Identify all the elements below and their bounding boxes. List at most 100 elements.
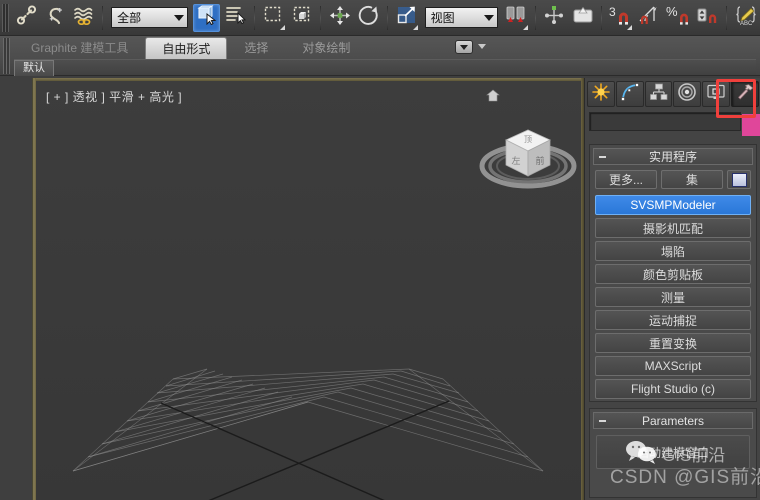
parameters-rollout-header[interactable]: Parameters [593, 412, 753, 429]
more-utilities-button[interactable]: 更多... [595, 170, 657, 189]
svg-text:前: 前 [535, 155, 544, 166]
command-tab-utilities[interactable] [731, 81, 759, 107]
select-by-name-button[interactable] [222, 4, 249, 32]
launch-modeling-window-button[interactable]: 启动建模窗口 [596, 435, 750, 469]
tab-freeform[interactable]: 自由形式 [145, 37, 228, 59]
window-crossing-toggle[interactable] [289, 4, 316, 32]
unlink-selection-button[interactable] [42, 4, 69, 32]
select-and-uniform-scale-button[interactable] [393, 4, 420, 32]
utilities-rollout-title: 实用程序 [648, 150, 697, 164]
bind-to-space-warp-button[interactable] [70, 4, 97, 32]
reference-coordinate-system-combo[interactable]: 视图 [424, 7, 499, 28]
perspective-viewport[interactable]: [ + ] 透视 ] 平滑 + 高光 ] 顶 左 前 [36, 81, 581, 500]
utility-item-maxscript[interactable]: MAXScript [595, 356, 751, 376]
chevron-down-icon [174, 14, 185, 21]
viewcube[interactable]: 顶 左 前 [476, 106, 581, 196]
command-tab-hierarchy[interactable] [644, 81, 673, 107]
command-tab-display[interactable] [702, 81, 731, 107]
tab-object-paint[interactable]: 对象绘制 [285, 37, 367, 59]
chevron-down-icon [460, 44, 468, 50]
utility-item-flight-studio[interactable]: Flight Studio (c) [595, 379, 751, 399]
ribbon-subtab-default[interactable]: 默认 [14, 60, 54, 76]
toolbar-grip[interactable] [2, 3, 9, 32]
object-name-field[interactable] [589, 112, 741, 131]
toolbar-separator-3 [320, 5, 322, 30]
flyout-indicator [627, 24, 633, 30]
command-tab-create[interactable] [587, 81, 615, 107]
utility-item-collapse[interactable]: 塌陷 [595, 241, 751, 261]
command-panel: 实用程序 更多... 集 SVSMPModeler 摄影机匹配 塌陷 颜色剪贴板… [584, 78, 760, 500]
configure-button-sets-button[interactable] [727, 170, 751, 189]
selection-filter-value: 全部 [117, 11, 142, 25]
utilities-rollout: 实用程序 更多... 集 SVSMPModeler 摄影机匹配 塌陷 颜色剪贴板… [589, 144, 757, 402]
parameters-rollout-title: Parameters [641, 413, 705, 428]
svg-text:%: % [666, 5, 678, 19]
ribbon-subtab-strip: 默认 [14, 59, 756, 76]
collapse-minus-icon [599, 420, 606, 422]
ribbon-grip[interactable] [3, 38, 10, 74]
main-toolbar: 全部 视图 3 % ABC [0, 0, 760, 36]
named-selection-sets-button[interactable] [570, 4, 597, 32]
chevron-down-icon [484, 14, 495, 21]
utility-item-color-clipboard[interactable]: 颜色剪贴板 [595, 264, 751, 284]
home-icon[interactable] [486, 89, 500, 102]
command-tab-modify[interactable] [615, 81, 644, 107]
select-and-rotate-button[interactable] [355, 4, 382, 32]
angle-magnet-icon [637, 5, 663, 31]
svg-text:3: 3 [609, 5, 616, 19]
selection-filter-combo[interactable]: 全部 [111, 7, 189, 28]
select-object-button[interactable] [193, 3, 221, 32]
tab-graphite-modeling-tools[interactable]: Graphite 建模工具 [14, 37, 145, 59]
use-pivot-point-center-button[interactable] [503, 4, 530, 32]
tab-selection[interactable]: 选择 [227, 37, 285, 59]
ribbon-options-arrow-icon[interactable] [478, 44, 486, 49]
toolbar-separator-5 [534, 5, 536, 30]
select-and-move-button[interactable] [326, 4, 353, 32]
hammer-icon [736, 83, 754, 106]
select-and-link-button[interactable] [13, 4, 40, 32]
viewport-label[interactable]: [ + ] 透视 ] 平滑 + 高光 ] [46, 88, 182, 105]
spinner-snap-toggle-button[interactable] [694, 4, 721, 32]
percent-magnet-icon: % [666, 4, 692, 31]
utility-item-measure[interactable]: 测量 [595, 287, 751, 307]
svg-text:ABC: ABC [740, 21, 753, 26]
ribbon-options-dropdown[interactable] [455, 40, 473, 54]
snaps-toggle-button[interactable]: 3 [607, 4, 634, 32]
dashed-cube-icon [292, 5, 313, 30]
3dsmax-window: 全部 视图 3 % ABC Graphite 建模工具 自由形式 选择 对象绘制… [0, 0, 760, 500]
utility-item-camera-match[interactable]: 摄影机匹配 [595, 218, 751, 238]
toolbar-separator-2 [253, 5, 255, 30]
modify-curve-icon [620, 82, 639, 106]
motion-wheel-icon [678, 82, 697, 106]
flyout-indicator [279, 24, 285, 30]
reference-coordinate-value: 视图 [430, 11, 455, 25]
link-icon [16, 4, 37, 31]
arrow-cursor-icon [196, 5, 217, 30]
utilities-rollout-body: 更多... 集 SVSMPModeler 摄影机匹配 塌陷 颜色剪贴板 测量 运… [590, 165, 756, 405]
rotate-arc-icon [358, 5, 380, 31]
percent-snap-toggle-button[interactable]: % [665, 4, 692, 32]
flyout-indicator [522, 24, 528, 30]
viewport-area: [ + ] 透视 ] 平滑 + 高光 ] 顶 左 前 [32, 78, 584, 500]
rectangular-selection-region-button[interactable] [260, 4, 287, 32]
command-tab-motion[interactable] [673, 81, 702, 107]
edit-named-selection-sets-button[interactable]: ABC [732, 4, 759, 32]
select-and-manipulate-button[interactable] [541, 4, 568, 32]
abc-pencil-icon: ABC [734, 5, 758, 31]
utility-item-reset-xform[interactable]: 重置变换 [595, 333, 751, 353]
utility-item-motion-capture[interactable]: 运动捕捉 [595, 310, 751, 330]
utility-item-svsmpmodeler[interactable]: SVSMPModeler [595, 195, 751, 215]
angle-snap-toggle-button[interactable] [636, 4, 663, 32]
utility-sets-button[interactable]: 集 [661, 170, 723, 189]
svg-text:顶: 顶 [524, 135, 532, 144]
toolbar-separator-4 [386, 5, 388, 30]
ribbon-bar: Graphite 建模工具 自由形式 选择 对象绘制 默认 [0, 36, 760, 76]
flyout-indicator [412, 24, 418, 30]
command-panel-tabs [587, 80, 759, 108]
hierarchy-icon [649, 83, 668, 106]
svg-text:左: 左 [511, 155, 520, 166]
utilities-button-list: SVSMPModeler 摄影机匹配 塌陷 颜色剪贴板 测量 运动捕捉 重置变换… [595, 195, 751, 399]
collapse-minus-icon [599, 156, 606, 158]
utilities-rollout-header[interactable]: 实用程序 [593, 148, 753, 165]
create-star-icon [592, 82, 610, 106]
